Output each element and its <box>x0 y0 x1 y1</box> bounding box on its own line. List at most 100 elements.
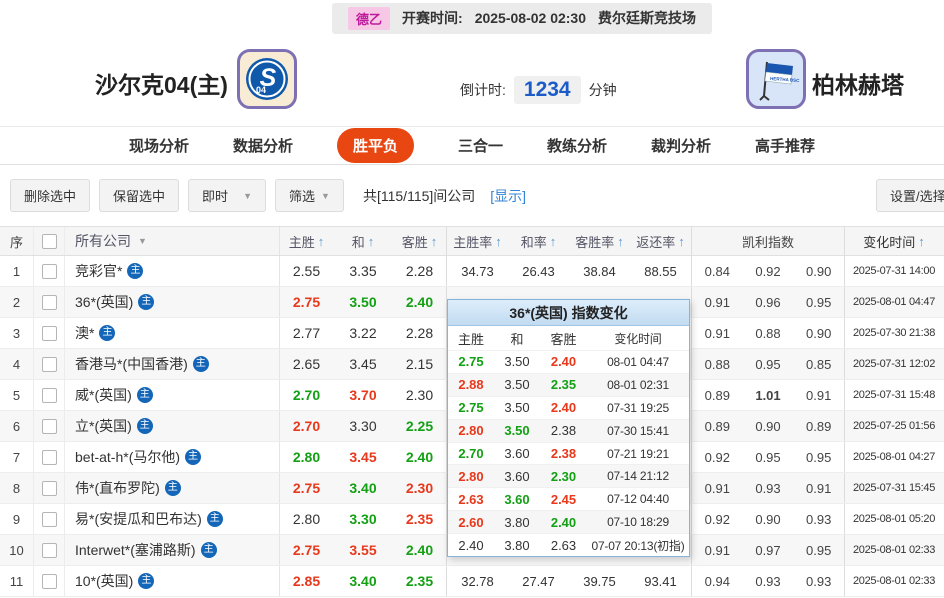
draw-odds[interactable]: 3.50 <box>333 287 393 317</box>
tab-live-analysis[interactable]: 现场分析 <box>129 135 189 156</box>
home-win-odds[interactable]: 2.75 <box>280 287 333 317</box>
filter-dropdown[interactable]: 筛选 ▼ <box>275 179 344 212</box>
company-name[interactable]: 威*(英国) <box>75 385 132 405</box>
tab-referee-analysis[interactable]: 裁判分析 <box>651 135 711 156</box>
draw-odds[interactable]: 3.30 <box>333 504 393 534</box>
row-checkbox-cell <box>34 380 65 410</box>
tab-coach-analysis[interactable]: 教练分析 <box>547 135 607 156</box>
filter-dropdown-label: 筛选 <box>289 189 316 204</box>
company-name[interactable]: 竞彩官* <box>75 261 122 281</box>
away-win-odds[interactable]: 2.30 <box>393 473 447 503</box>
away-win-odds[interactable]: 2.40 <box>393 535 447 565</box>
tab-win-draw-lose[interactable]: 胜平负 <box>336 128 414 163</box>
away-win-odds[interactable]: 2.25 <box>393 411 447 441</box>
sort-up-icon: ↑ <box>918 233 925 249</box>
company-name[interactable]: bet-at-h*(马尔他) <box>75 447 180 467</box>
company-cell: 澳* 主 <box>65 318 280 348</box>
tab-expert-picks[interactable]: 高手推荐 <box>755 135 815 156</box>
row-checkbox-cell <box>34 442 65 472</box>
popup-change-time: 07-30 15:41 <box>607 423 669 438</box>
home-win-odds[interactable]: 2.77 <box>280 318 333 348</box>
row-index: 11 <box>0 566 34 596</box>
row-index: 7 <box>0 442 34 472</box>
header-company-label: 所有公司 <box>75 233 131 249</box>
row-checkbox[interactable] <box>41 480 57 496</box>
away-win-odds[interactable]: 2.28 <box>393 318 447 348</box>
away-win-odds[interactable]: 2.35 <box>393 566 447 596</box>
tab-data-analysis[interactable]: 数据分析 <box>233 135 293 156</box>
away-win-odds[interactable]: 2.35 <box>393 504 447 534</box>
draw-odds[interactable]: 3.45 <box>333 349 393 379</box>
header-home-win-sort[interactable]: 主胜 ↑ <box>280 227 333 255</box>
draw-odds[interactable]: 3.22 <box>333 318 393 348</box>
row-checkbox[interactable] <box>41 573 57 589</box>
company-name[interactable]: Interwet*(塞浦路斯) <box>75 540 196 560</box>
header-away-win-rate-sort[interactable]: 客胜率 ↑ <box>569 227 630 255</box>
company-name[interactable]: 香港马*(中国香港) <box>75 354 188 374</box>
home-win-odds[interactable]: 2.80 <box>280 442 333 472</box>
row-checkbox[interactable] <box>41 356 57 372</box>
away-win-odds[interactable]: 2.28 <box>393 256 447 286</box>
away-win-odds[interactable]: 2.30 <box>393 380 447 410</box>
home-win-odds[interactable]: 2.80 <box>280 504 333 534</box>
header-away-win-sort[interactable]: 客胜 ↑ <box>393 227 447 255</box>
league-badge[interactable]: 德乙 <box>348 6 391 30</box>
row-checkbox[interactable] <box>41 542 57 558</box>
draw-odds[interactable]: 3.45 <box>333 442 393 472</box>
company-name[interactable]: 易*(安提瓜和巴布达) <box>75 509 202 529</box>
kelly-value: 0.91 <box>806 480 832 496</box>
header-draw-rate-sort[interactable]: 和率 ↑ <box>508 227 569 255</box>
popup-history-row: 2.60 3.80 2.40 07-10 18:29 <box>448 510 689 534</box>
draw-odds[interactable]: 3.40 <box>333 473 393 503</box>
company-name[interactable]: 澳* <box>75 323 94 343</box>
delete-selected-button[interactable]: 删除选中 <box>10 179 91 212</box>
tab-three-in-one[interactable]: 三合一 <box>458 135 503 156</box>
home-win-odds[interactable]: 2.85 <box>280 566 333 596</box>
kelly-value: 0.92 <box>704 449 730 465</box>
instant-dropdown[interactable]: 即时 ▼ <box>188 179 267 212</box>
settings-button[interactable]: 设置/选择 <box>876 179 944 212</box>
topbar: 德乙 开赛时间: 2025-08-02 02:30 费尔廷斯竞技场 <box>0 0 944 36</box>
away-win-odds[interactable]: 2.40 <box>393 442 447 472</box>
home-win-odds[interactable]: 2.55 <box>280 256 333 286</box>
row-checkbox[interactable] <box>41 294 57 310</box>
home-win-odds[interactable]: 2.75 <box>280 535 333 565</box>
popup-change-time: 07-12 04:40 <box>607 492 669 507</box>
row-checkbox[interactable] <box>41 263 57 279</box>
select-all-checkbox[interactable] <box>41 233 57 249</box>
row-checkbox[interactable] <box>41 387 57 403</box>
draw-odds[interactable]: 3.70 <box>333 380 393 410</box>
header-home-win-rate-sort[interactable]: 主胜率 ↑ <box>447 227 508 255</box>
header-payout-rate-sort[interactable]: 返还率 ↑ <box>630 227 691 255</box>
row-checkbox[interactable] <box>41 418 57 434</box>
draw-odds[interactable]: 3.40 <box>333 566 393 596</box>
home-win-odds[interactable]: 2.75 <box>280 473 333 503</box>
draw-odds[interactable]: 3.35 <box>333 256 393 286</box>
draw-odds[interactable]: 3.30 <box>333 411 393 441</box>
header-company[interactable]: 所有公司 ▼ <box>65 227 280 255</box>
header-home-win-label: 主胜 <box>288 234 315 250</box>
company-name[interactable]: 36*(英国) <box>75 292 133 312</box>
home-win-odds[interactable]: 2.70 <box>280 411 333 441</box>
show-link[interactable]: [显示] <box>490 186 526 206</box>
row-checkbox[interactable] <box>41 325 57 341</box>
company-name[interactable]: 伟*(直布罗陀) <box>75 478 160 498</box>
sort-up-icon: ↑ <box>495 233 502 249</box>
home-win-odds[interactable]: 2.70 <box>280 380 333 410</box>
popup-change-time: 07-21 19:21 <box>607 446 669 461</box>
header-draw-sort[interactable]: 和 ↑ <box>333 227 393 255</box>
rates-group: 34.73 26.43 38.84 88.55 <box>447 256 692 286</box>
away-win-odds[interactable]: 2.40 <box>393 287 447 317</box>
row-checkbox[interactable] <box>41 511 57 527</box>
header-away-win-rate-label: 客胜率 <box>575 234 615 250</box>
home-win-odds[interactable]: 2.65 <box>280 349 333 379</box>
draw-odds[interactable]: 3.55 <box>333 535 393 565</box>
header-change-time-sort[interactable]: 变化时间 ↑ <box>845 227 943 255</box>
company-name[interactable]: 立*(英国) <box>75 416 132 436</box>
change-time: 2025-08-01 04:27 <box>852 451 936 463</box>
row-checkbox[interactable] <box>41 449 57 465</box>
keep-selected-button[interactable]: 保留选中 <box>99 179 180 212</box>
company-name[interactable]: 10*(英国) <box>75 571 133 591</box>
kelly-group: 0.92 0.90 0.93 <box>692 504 845 534</box>
away-win-odds[interactable]: 2.15 <box>393 349 447 379</box>
